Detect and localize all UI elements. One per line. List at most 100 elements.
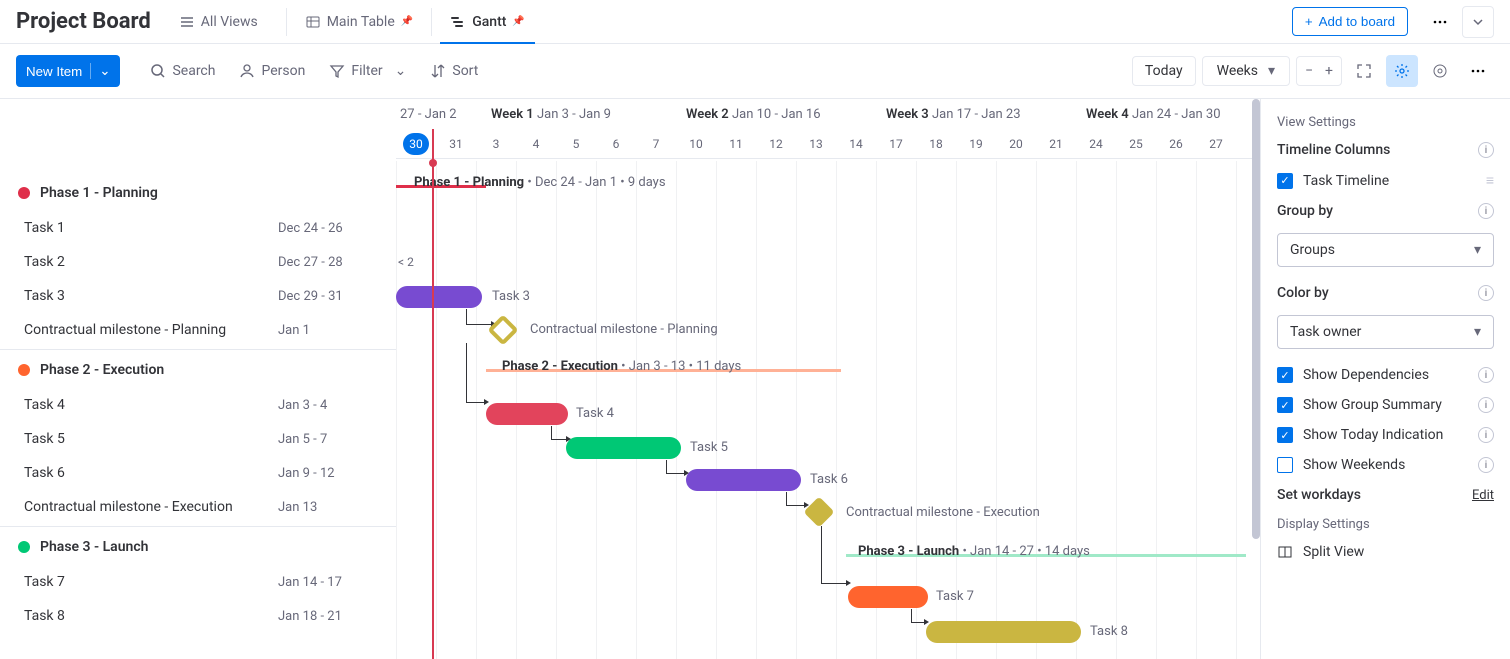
group-name: Phase 3 - Launch <box>40 539 148 555</box>
task-row[interactable]: Task 1Dec 24 - 26 <box>0 211 396 245</box>
gantt-bar[interactable] <box>396 286 482 308</box>
gantt-bar-label: Task 3 <box>492 289 530 304</box>
task-row[interactable]: Task 4Jan 3 - 4 <box>0 388 396 422</box>
gantt-bar[interactable] <box>926 621 1081 643</box>
day-label: 5 <box>556 137 596 151</box>
checkbox-icon: ✓ <box>1277 173 1293 189</box>
zoom-select[interactable]: Weeks ▾ <box>1202 56 1290 86</box>
gantt-bar[interactable] <box>566 437 681 459</box>
week-label: Week 2 Jan 10 - Jan 16 <box>686 107 886 122</box>
new-item-label: New Item <box>26 64 82 79</box>
scrollbar[interactable] <box>1252 99 1260 539</box>
filter-icon <box>329 63 345 79</box>
edit-workdays-link[interactable]: Edit <box>1472 488 1494 503</box>
task-row[interactable]: Task 6Jan 9 - 12 <box>0 456 396 490</box>
gantt-chart[interactable]: 27 - Jan 2 Week 1 Jan 3 - Jan 9 Week 2 J… <box>396 99 1260 659</box>
split-view-icon <box>1277 544 1293 560</box>
show-weekends-toggle[interactable]: Show Weekends i <box>1277 457 1494 473</box>
task-row[interactable]: Task 7Jan 14 - 17 <box>0 565 396 599</box>
gear-icon <box>1394 63 1410 79</box>
task-dates: Dec 29 - 31 <box>278 289 378 304</box>
show-group-summary-toggle[interactable]: ✓ Show Group Summary i <box>1277 397 1494 413</box>
show-today-toggle[interactable]: ✓ Show Today Indication i <box>1277 427 1494 443</box>
zoom-in-button[interactable]: + <box>1325 63 1333 79</box>
day-label: 13 <box>796 137 836 151</box>
tab-main-table[interactable]: Main Table 📌 <box>295 10 424 34</box>
milestone-label: Contractual milestone - Planning <box>530 322 718 337</box>
new-item-button[interactable]: New Item ⌄ <box>16 55 120 87</box>
collapse-button[interactable] <box>1462 6 1494 38</box>
info-icon[interactable]: i <box>1478 142 1494 158</box>
person-icon <box>239 63 255 79</box>
divider <box>286 8 287 36</box>
day-label: 27 <box>1196 137 1236 151</box>
gantt-bar-label: Task 6 <box>810 472 848 487</box>
settings-toggle-button[interactable] <box>1386 55 1418 87</box>
group-by-select[interactable]: Groups ▾ <box>1277 233 1494 267</box>
gantt-bar[interactable] <box>848 586 928 608</box>
group-header[interactable]: Phase 2 - Execution <box>0 352 396 388</box>
group-name: Phase 1 - Planning <box>40 185 158 201</box>
show-weekends-label: Show Weekends <box>1303 457 1468 473</box>
info-icon[interactable]: i <box>1478 397 1494 413</box>
search-button[interactable]: Search <box>140 57 225 85</box>
day-label: 12 <box>756 137 796 151</box>
color-by-select[interactable]: Task owner ▾ <box>1277 315 1494 349</box>
gantt-bar-label: Task 5 <box>690 440 728 455</box>
task-name: Contractual milestone - Execution <box>24 499 278 515</box>
task-dates: Jan 14 - 17 <box>278 575 378 590</box>
sort-button[interactable]: Sort <box>420 57 488 85</box>
gantt-bar[interactable] <box>486 403 568 425</box>
task-dates: Jan 5 - 7 <box>278 432 378 447</box>
color-by-label: Color by <box>1277 285 1329 301</box>
today-button[interactable]: Today <box>1132 56 1196 86</box>
task-dates: Jan 9 - 12 <box>278 466 378 481</box>
info-icon[interactable]: i <box>1478 457 1494 473</box>
group-summary-label: Phase 1 - Planning • Dec 24 - Jan 1 • 9 … <box>414 175 666 190</box>
more-menu-button[interactable] <box>1424 6 1456 38</box>
task-row[interactable]: Contractual milestone - PlanningJan 1 <box>0 313 396 347</box>
filter-label: Filter <box>351 63 382 79</box>
all-views-button[interactable]: All Views <box>171 10 266 34</box>
task-timeline-toggle[interactable]: ✓ Task Timeline ≡ <box>1277 172 1494 189</box>
info-icon[interactable]: i <box>1478 367 1494 383</box>
drag-handle-icon[interactable]: ≡ <box>1486 172 1494 189</box>
task-row[interactable]: Task 5Jan 5 - 7 <box>0 422 396 456</box>
zoom-out-button[interactable]: − <box>1305 63 1313 79</box>
group-header[interactable]: Phase 1 - Planning <box>0 175 396 211</box>
day-label: 26 <box>1156 137 1196 151</box>
baseline-button[interactable] <box>1424 55 1456 87</box>
person-filter-button[interactable]: Person <box>229 57 315 85</box>
chevron-down-icon: ⌄ <box>90 63 110 79</box>
task-name: Task 3 <box>24 288 278 304</box>
add-to-board-button[interactable]: + Add to board <box>1292 7 1408 36</box>
tab-main-label: Main Table <box>327 14 395 30</box>
task-row[interactable]: Task 2Dec 27 - 28 <box>0 245 396 279</box>
split-view-option[interactable]: Split View <box>1277 544 1494 560</box>
add-to-board-label: Add to board <box>1319 14 1395 29</box>
filter-button[interactable]: Filter ⌄ <box>319 57 416 85</box>
today-indicator <box>432 129 434 659</box>
day-label: 21 <box>1036 137 1076 151</box>
task-row[interactable]: Task 8Jan 18 - 21 <box>0 599 396 633</box>
fullscreen-icon <box>1356 63 1372 79</box>
info-icon[interactable]: i <box>1478 285 1494 301</box>
info-icon[interactable]: i <box>1478 203 1494 219</box>
task-row[interactable]: Task 3Dec 29 - 31 <box>0 279 396 313</box>
gantt-bar[interactable] <box>686 469 801 491</box>
task-name: Task 5 <box>24 431 278 447</box>
table-icon <box>305 14 321 30</box>
task-row[interactable]: Contractual milestone - ExecutionJan 13 <box>0 490 396 524</box>
group-name: Phase 2 - Execution <box>40 362 164 378</box>
person-label: Person <box>261 63 305 79</box>
task-timeline-label: Task Timeline <box>1303 173 1476 189</box>
info-icon[interactable]: i <box>1478 427 1494 443</box>
chevron-down-icon: ▾ <box>1474 324 1481 340</box>
timeline-columns-label: Timeline Columns <box>1277 142 1390 158</box>
group-header[interactable]: Phase 3 - Launch <box>0 529 396 565</box>
show-dependencies-toggle[interactable]: ✓ Show Dependencies i <box>1277 367 1494 383</box>
more-tools-button[interactable] <box>1462 55 1494 87</box>
fullscreen-button[interactable] <box>1348 55 1380 87</box>
group-color <box>18 364 30 376</box>
tab-gantt[interactable]: Gantt 📌 <box>440 10 535 34</box>
